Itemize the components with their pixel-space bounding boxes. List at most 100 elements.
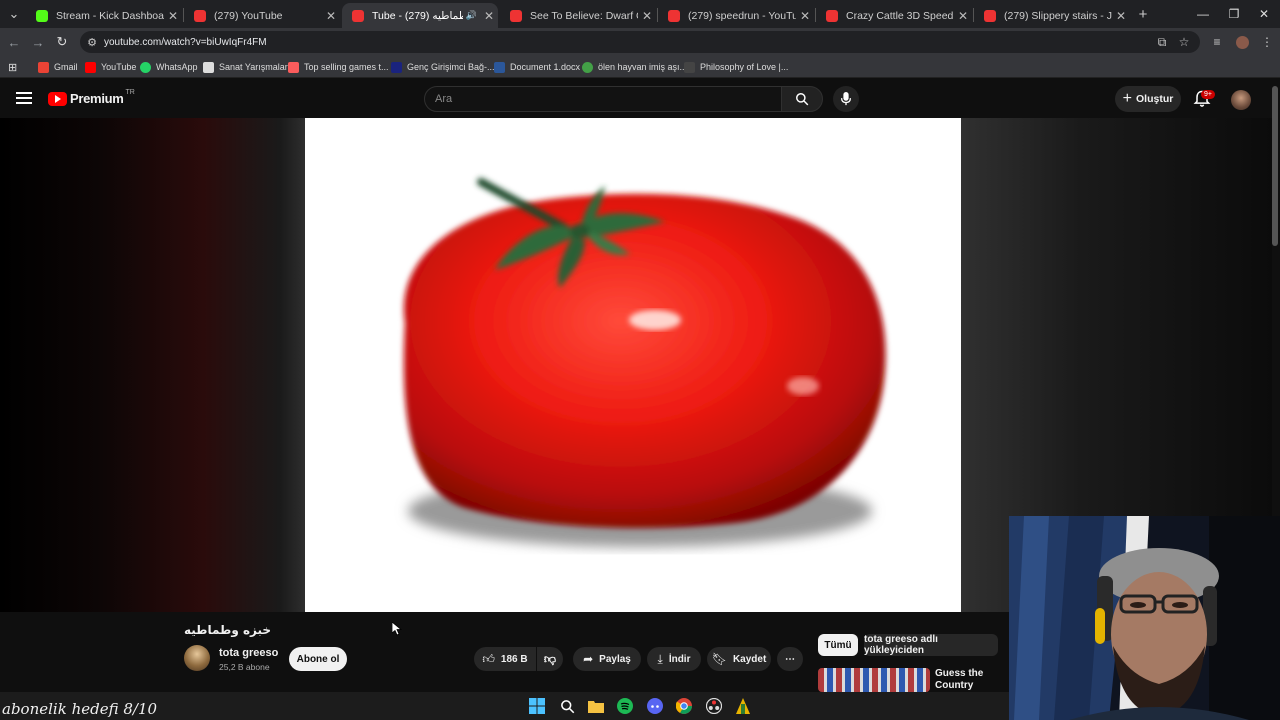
file-explorer-icon[interactable] bbox=[586, 696, 606, 716]
taskbar-search-icon[interactable] bbox=[557, 696, 577, 716]
kick-icon bbox=[36, 9, 48, 22]
youtube-icon bbox=[194, 9, 206, 22]
browser-menu-icon[interactable]: ⋮ bbox=[1259, 34, 1275, 50]
bookmark-top-selling[interactable]: Top selling games t... bbox=[288, 60, 389, 74]
new-tab-button[interactable]: + bbox=[1133, 4, 1153, 24]
recommendation-title[interactable]: Guess the Country stereotypical mem bbox=[935, 668, 1015, 692]
search-icon bbox=[796, 93, 809, 106]
page-scrollbar[interactable] bbox=[1272, 86, 1278, 246]
m-icon bbox=[391, 61, 402, 73]
microphone-icon bbox=[840, 92, 852, 106]
bookmark-gmail[interactable]: Gmail bbox=[38, 60, 78, 74]
share-button[interactable]: ➦ Paylaş bbox=[573, 647, 641, 671]
profile-avatar[interactable] bbox=[1234, 34, 1250, 50]
whatsapp-icon bbox=[140, 61, 151, 73]
like-button[interactable]: 👍︎ 186 B bbox=[474, 647, 536, 671]
channel-avatar[interactable] bbox=[184, 645, 210, 671]
account-avatar[interactable] bbox=[1231, 90, 1251, 110]
save-button[interactable]: 🔖︎ Kaydet bbox=[707, 647, 771, 671]
voice-search-button[interactable] bbox=[833, 86, 859, 112]
page-icon bbox=[203, 61, 214, 73]
windows-start-icon[interactable] bbox=[527, 696, 547, 716]
youtube-header: Premium TR + Oluştur bbox=[0, 80, 1280, 118]
minimize-icon[interactable]: — bbox=[1187, 0, 1219, 28]
close-tab-icon[interactable]: ✕ bbox=[796, 9, 814, 23]
youtube-icon bbox=[984, 9, 996, 22]
obs-icon[interactable] bbox=[704, 696, 724, 716]
download-icon: ⤓ bbox=[657, 651, 663, 666]
tab-current-video[interactable]: Tube - خبزه وطماطيه (279) 🔊 ✕ bbox=[342, 3, 498, 28]
address-bar[interactable]: ⚙ bbox=[80, 31, 1200, 53]
notification-count-badge: 9+ bbox=[1201, 90, 1215, 99]
download-button[interactable]: ⤓ İndir bbox=[647, 647, 701, 671]
browser-toolbar: ← → ↻ ⚙ ⧉ ☆ ≡ ⋮ bbox=[0, 28, 1280, 56]
create-button[interactable]: + Oluştur bbox=[1115, 86, 1181, 112]
discord-icon[interactable] bbox=[645, 696, 665, 716]
bookmark-star-icon[interactable]: ☆ bbox=[1176, 34, 1192, 50]
chip-from-uploader[interactable]: tota greeso adlı yükleyiciden bbox=[864, 634, 998, 656]
chip-all[interactable]: Tümü bbox=[818, 634, 858, 656]
tab-strip: ⌄ Stream - Kick Dashboard ✕ (279) YouTub… bbox=[0, 0, 1280, 28]
restore-icon[interactable]: ❐ bbox=[1218, 0, 1250, 28]
close-window-icon[interactable]: ✕ bbox=[1248, 0, 1280, 28]
close-tab-icon[interactable]: ✕ bbox=[164, 9, 182, 23]
subscriber-goal-overlay: abonelik hedefi 8/10 bbox=[2, 700, 158, 718]
close-tab-icon[interactable]: ✕ bbox=[954, 9, 972, 23]
youtube-icon bbox=[352, 9, 364, 22]
bookmark-sanat[interactable]: Sanat Yarışmaları bbox=[203, 60, 290, 74]
bookmark-whatsapp[interactable]: WhatsApp bbox=[140, 60, 198, 74]
tab-youtube-home[interactable]: (279) YouTube ✕ bbox=[184, 3, 340, 28]
more-actions-button[interactable]: ⋯ bbox=[777, 647, 803, 671]
close-tab-icon[interactable]: ✕ bbox=[1112, 9, 1130, 23]
subscribe-button[interactable]: Abone ol bbox=[289, 647, 347, 671]
tomato-video-frame bbox=[403, 178, 886, 547]
tab-dwarf-games[interactable]: See To Believe: Dwarf Games - ✕ bbox=[500, 3, 656, 28]
video-frame[interactable] bbox=[305, 118, 961, 612]
tab-kick-dashboard[interactable]: Stream - Kick Dashboard ✕ bbox=[26, 3, 182, 28]
bookmark-genc-girisimci[interactable]: Genç Girişimci Bağ-... bbox=[391, 60, 495, 74]
url-input[interactable] bbox=[104, 36, 1200, 48]
menu-icon[interactable] bbox=[16, 92, 32, 105]
gmail-icon bbox=[38, 61, 49, 73]
site-info-icon[interactable]: ⚙ bbox=[80, 36, 104, 49]
youtube-icon bbox=[668, 9, 680, 22]
streamer-webcam bbox=[1009, 516, 1280, 720]
media-controls-icon[interactable]: ≡ bbox=[1209, 34, 1225, 50]
install-app-icon[interactable]: ⧉ bbox=[1154, 34, 1170, 50]
tab-slippery-stairs[interactable]: (279) Slippery stairs - Japanese ✕ bbox=[974, 3, 1130, 28]
leaf-icon bbox=[582, 61, 593, 73]
bookmark-olen-hayvan[interactable]: ölen hayvan imiş aşı... bbox=[582, 60, 687, 74]
plus-icon: + bbox=[1122, 90, 1132, 107]
tab-speedrun[interactable]: (279) speedrun - YouTube ✕ bbox=[658, 3, 814, 28]
bookmark-youtube[interactable]: YouTube bbox=[85, 60, 136, 74]
apps-icon[interactable]: ⊞ bbox=[8, 60, 17, 74]
youtube-premium-logo[interactable]: Premium TR bbox=[48, 89, 135, 106]
search-input[interactable] bbox=[425, 87, 781, 111]
reload-button[interactable]: ↻ bbox=[52, 32, 72, 52]
youtube-icon bbox=[85, 61, 96, 73]
forward-button[interactable]: → bbox=[28, 32, 48, 52]
subscriber-count: 25,2 B abone bbox=[219, 662, 270, 672]
channel-name[interactable]: tota greeso bbox=[219, 647, 278, 659]
close-tab-icon[interactable]: ✕ bbox=[480, 9, 498, 23]
bookmark-icon: 🔖︎ bbox=[711, 652, 727, 666]
search-button[interactable] bbox=[781, 86, 823, 112]
bookmark-document[interactable]: Document 1.docx bbox=[494, 60, 580, 74]
share-icon: ➦ bbox=[583, 652, 594, 666]
webcam-overlay bbox=[1009, 516, 1280, 720]
bookmark-philosophy[interactable]: Philosophy of Love |... bbox=[684, 60, 788, 74]
app-icon[interactable] bbox=[733, 696, 753, 716]
itch-icon bbox=[288, 61, 299, 73]
spotify-icon[interactable] bbox=[615, 696, 635, 716]
youtube-icon bbox=[510, 9, 522, 22]
back-button[interactable]: ← bbox=[4, 32, 24, 52]
tab-search-button[interactable]: ⌄ bbox=[4, 4, 24, 24]
close-tab-icon[interactable]: ✕ bbox=[322, 9, 340, 23]
dislike-button[interactable]: 👎︎ bbox=[537, 647, 563, 671]
search-box bbox=[424, 86, 782, 112]
close-tab-icon[interactable]: ✕ bbox=[638, 9, 656, 23]
chrome-icon[interactable] bbox=[674, 696, 694, 716]
recommendation-thumbnail[interactable] bbox=[818, 668, 930, 692]
tab-crazy-cattle[interactable]: Crazy Cattle 3D Speedrun - Ire ✕ bbox=[816, 3, 972, 28]
audio-playing-icon[interactable]: 🔊 bbox=[466, 10, 477, 21]
